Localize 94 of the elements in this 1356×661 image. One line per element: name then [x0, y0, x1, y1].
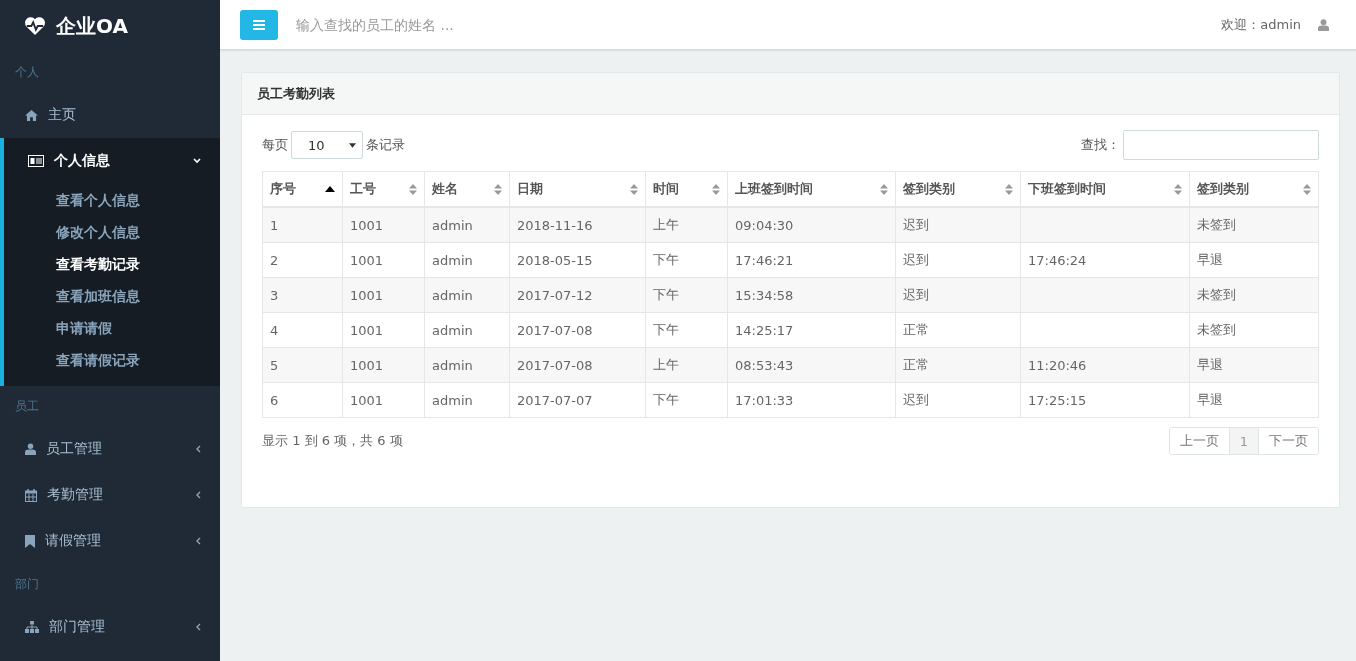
- table-cell: 正常: [903, 322, 929, 337]
- welcome-text: 欢迎：admin: [1221, 15, 1301, 34]
- submenu-item[interactable]: 查看加班信息: [4, 280, 220, 312]
- table-cell: 4: [270, 322, 279, 338]
- section-heading: 部门: [14, 576, 40, 593]
- table-cell: 14:25:17: [735, 322, 794, 338]
- table-cell: 1001: [350, 287, 384, 303]
- table-cell: 早退: [1197, 392, 1223, 407]
- table-cell: 下午: [653, 287, 679, 302]
- nav-item[interactable]: 员工管理: [0, 426, 220, 472]
- chevron-left-icon: [195, 491, 201, 499]
- chevron-left-icon: [195, 445, 201, 453]
- table-cell: 17:46:24: [1028, 252, 1087, 268]
- nav-item[interactable]: 个人信息: [4, 138, 220, 184]
- table-cell: admin: [432, 287, 473, 303]
- nav-item[interactable]: 部门管理: [0, 604, 220, 650]
- search-field[interactable]: 输入查找的员工的姓名 ...: [294, 15, 698, 34]
- table-cell: 1001: [350, 392, 384, 408]
- filter-label: 查找：: [1081, 136, 1120, 154]
- table-cell: 2018-05-15: [517, 252, 593, 268]
- section-heading: 员工: [14, 398, 40, 415]
- table-cell: 1001: [350, 322, 384, 338]
- pagination-button[interactable]: 上一页: [1168, 427, 1230, 455]
- table-cell: 1001: [350, 357, 384, 373]
- heartbeat-icon: [24, 16, 46, 36]
- table-cell: admin: [432, 392, 473, 408]
- table-cell: admin: [432, 252, 473, 268]
- table-cell: 2017-07-12: [517, 287, 593, 303]
- table-cell: admin: [432, 357, 473, 373]
- section-heading: 个人: [14, 64, 40, 81]
- table-cell: 1: [270, 217, 279, 233]
- table-cell: 15:34:58: [735, 287, 794, 303]
- panel-title: 员工考勤列表: [257, 84, 335, 103]
- table-cell: 2017-07-08: [517, 322, 593, 338]
- table-cell: 迟到: [903, 252, 929, 267]
- table-cell: 上午: [653, 357, 679, 372]
- table-cell: 17:25:15: [1028, 392, 1087, 408]
- id-card-icon: [28, 155, 44, 167]
- sitemap-icon: [25, 621, 39, 633]
- menu-icon: [253, 19, 265, 30]
- table-cell: admin: [432, 322, 473, 338]
- table-cell: 下午: [653, 322, 679, 337]
- table-cell: 未签到: [1197, 217, 1236, 232]
- user-icon[interactable]: [1318, 18, 1329, 31]
- submenu-item[interactable]: 查看考勤记录: [4, 248, 220, 280]
- chevron-left-icon: [195, 537, 201, 545]
- table-cell: 6: [270, 392, 279, 408]
- table-cell: 08:53:43: [735, 357, 794, 373]
- table-cell: 迟到: [903, 217, 929, 232]
- table-info-text: 显示 1 到 6 项，共 6 项: [262, 432, 403, 450]
- brand-title: 企业OA: [56, 12, 128, 40]
- table-cell: 17:46:21: [735, 252, 794, 268]
- table-cell: 未签到: [1197, 322, 1236, 337]
- menu-button[interactable]: [240, 9, 278, 40]
- table-cell: 3: [270, 287, 279, 303]
- submenu-item[interactable]: 查看请假记录: [4, 344, 220, 376]
- page-size-select[interactable]: 10: [291, 131, 363, 159]
- table-cell: 11:20:46: [1028, 357, 1087, 373]
- chevron-left-icon: [195, 623, 201, 631]
- table-cell: 未签到: [1197, 287, 1236, 302]
- table-cell: 迟到: [903, 287, 929, 302]
- table-cell: admin: [432, 217, 473, 233]
- table-cell: 早退: [1197, 252, 1223, 267]
- table-cell: 2018-11-16: [517, 217, 593, 233]
- nav-item[interactable]: 考勤管理: [0, 472, 220, 518]
- table-cell: 09:04:30: [735, 217, 794, 233]
- calendar-icon: [25, 488, 37, 502]
- submenu-item[interactable]: 申请请假: [4, 312, 220, 344]
- table-cell: 1001: [350, 252, 384, 268]
- pagination-button[interactable]: 下一页: [1258, 427, 1319, 455]
- page-size-label: 条记录: [366, 136, 405, 154]
- table-cell: 17:01:33: [735, 392, 794, 408]
- home-icon: [25, 109, 38, 121]
- submenu-item[interactable]: 修改个人信息: [4, 216, 220, 248]
- submenu-item[interactable]: 查看个人信息: [4, 184, 220, 216]
- nav-item[interactable]: 主页: [0, 92, 220, 138]
- bookmark-icon: [25, 534, 35, 548]
- table-cell: 正常: [903, 357, 929, 372]
- table-cell: 早退: [1197, 357, 1223, 372]
- table-cell: 下午: [653, 252, 679, 267]
- user-icon: [25, 443, 36, 455]
- nav-item[interactable]: 请假管理: [0, 518, 220, 564]
- caret-icon: [349, 142, 356, 148]
- table-cell: 迟到: [903, 392, 929, 407]
- table-cell: 2: [270, 252, 279, 268]
- filter-field[interactable]: [1123, 130, 1319, 160]
- table-cell: 5: [270, 357, 279, 373]
- page-size-label: 每页: [262, 136, 288, 154]
- table-cell: 2017-07-07: [517, 392, 593, 408]
- table-cell: 1001: [350, 217, 384, 233]
- chevron-down-icon: [193, 158, 201, 164]
- table-cell: 2017-07-08: [517, 357, 593, 373]
- table-cell: 下午: [653, 392, 679, 407]
- table-cell: 上午: [653, 217, 679, 232]
